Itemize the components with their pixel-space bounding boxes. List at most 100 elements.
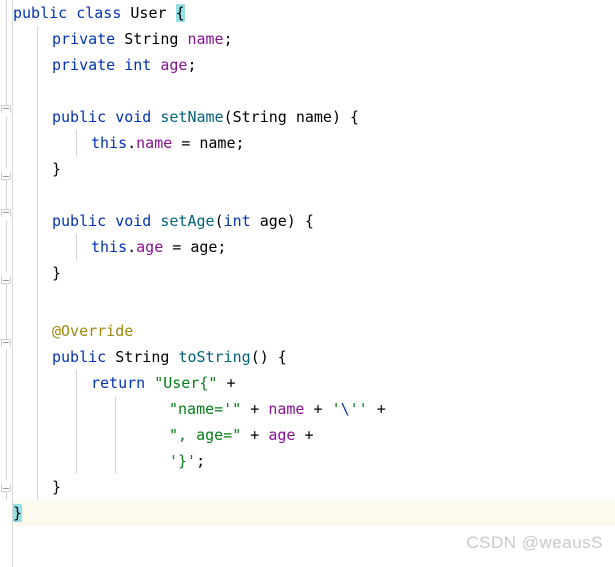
code-line[interactable]: this.age = age; <box>91 234 226 260</box>
code-line[interactable]: @Override <box>52 318 133 344</box>
code-token-kw: private <box>52 30 116 48</box>
code-token-plain: = name; <box>172 134 245 152</box>
code-token-method: setAge <box>160 212 215 230</box>
code-line[interactable]: this.name = name; <box>91 130 245 156</box>
code-line[interactable]: '}'; <box>169 448 205 474</box>
code-token-plain: = age; <box>163 238 227 256</box>
code-token-type: String <box>115 348 170 366</box>
code-token-plain: . <box>127 238 137 256</box>
code-token-str: ' <box>331 400 341 418</box>
fold-marker-arrow-icon <box>1 480 11 485</box>
code-token-type: String <box>232 108 287 126</box>
code-line[interactable]: ", age=" + age + <box>169 422 314 448</box>
fold-marker-setage-end[interactable] <box>0 272 13 285</box>
code-line[interactable]: public String toString() { <box>52 344 287 370</box>
code-line[interactable]: } <box>13 500 23 526</box>
code-token-plain: + <box>304 400 332 418</box>
fold-marker-arrow-icon <box>1 168 11 173</box>
fold-marker-arrow-icon <box>1 346 11 351</box>
code-token-plain: . <box>127 134 137 152</box>
fold-marker-box <box>1 339 11 347</box>
code-line[interactable]: } <box>52 156 61 182</box>
code-token-plain: + <box>241 400 269 418</box>
code-token-plain: () { <box>250 348 287 366</box>
code-line[interactable]: return "User{" + <box>91 370 236 396</box>
code-line[interactable]: public void setName(String name) { <box>52 104 359 130</box>
brace-match-highlight: } <box>13 504 23 522</box>
code-token-kw: int <box>124 56 152 74</box>
code-token-str: "User{" <box>154 374 218 392</box>
code-token-kw: class <box>76 4 122 22</box>
code-token-plain: name) { <box>286 108 360 126</box>
code-line[interactable]: private int age; <box>52 52 197 78</box>
fold-marker-box <box>1 209 11 217</box>
fold-marker-minus-icon <box>3 108 9 109</box>
code-editor[interactable]: public class User {private String name; p… <box>0 0 615 567</box>
fold-marker-arrow-icon <box>1 272 11 277</box>
code-token-plain: age) { <box>250 212 314 230</box>
code-token-plain: } <box>52 264 62 282</box>
code-line[interactable]: } <box>52 260 61 286</box>
fold-marker-minus-icon <box>3 342 9 343</box>
code-line[interactable]: } <box>52 474 61 500</box>
code-token-kw: return <box>91 374 146 392</box>
code-token-kw: void <box>115 108 152 126</box>
fold-marker-arrow-icon <box>1 112 11 117</box>
code-token-field: age <box>136 238 164 256</box>
code-content[interactable]: public class User {private String name; p… <box>13 0 615 567</box>
code-line[interactable]: public void setAge(int age) { <box>52 208 314 234</box>
code-token-plain: } <box>52 160 62 178</box>
code-token-plain: ; <box>223 30 233 48</box>
code-token-field: name <box>187 30 224 48</box>
editor-gutter[interactable] <box>0 0 13 567</box>
code-token-plain: + <box>295 426 314 444</box>
code-token-field: age <box>160 56 188 74</box>
code-token-plain: ( <box>223 108 233 126</box>
fold-marker-arrow-icon <box>1 216 11 221</box>
code-token-field: age <box>268 426 296 444</box>
code-token-kw: int <box>223 212 251 230</box>
code-token-plain: + <box>241 426 269 444</box>
fold-marker-class-user[interactable] <box>0 104 13 117</box>
code-token-kw: public <box>52 348 107 366</box>
fold-marker-minus-icon <box>3 212 9 213</box>
code-token-str: ", age=" <box>169 426 242 444</box>
code-line[interactable]: "name='" + name + '\'' + <box>169 396 386 422</box>
code-token-str: '}' <box>169 452 197 470</box>
fold-marker-minus-icon <box>3 176 9 177</box>
code-token-kw: this <box>91 134 128 152</box>
brace-match-highlight: { <box>175 4 185 22</box>
code-token-field: name <box>268 400 305 418</box>
code-token-esc: \ <box>340 400 350 418</box>
code-token-type: User <box>130 4 167 22</box>
fold-marker-minus-icon <box>3 280 9 281</box>
code-token-kw: public <box>52 108 107 126</box>
code-token-plain: ( <box>214 212 224 230</box>
code-token-kw: private <box>52 56 116 74</box>
code-token-plain: + <box>217 374 236 392</box>
code-token-plain: ; <box>187 56 197 74</box>
fold-marker-box <box>1 105 11 113</box>
fold-marker-tostring[interactable] <box>0 338 13 351</box>
code-token-str: "name='" <box>169 400 242 418</box>
fold-marker-setage-start[interactable] <box>0 208 13 221</box>
fold-marker-tostring-end[interactable] <box>0 480 13 493</box>
code-token-kw: public <box>13 4 68 22</box>
code-token-kw: public <box>52 212 107 230</box>
fold-marker-minus-icon <box>3 488 9 489</box>
code-token-method: toString <box>178 348 251 366</box>
fold-marker-setname-end[interactable] <box>0 168 13 181</box>
code-line[interactable]: public class User { <box>13 0 185 26</box>
code-token-plain: + <box>367 400 386 418</box>
code-line[interactable]: private String name; <box>52 26 233 52</box>
code-token-plain: } <box>52 478 62 496</box>
code-token-type: String <box>124 30 179 48</box>
